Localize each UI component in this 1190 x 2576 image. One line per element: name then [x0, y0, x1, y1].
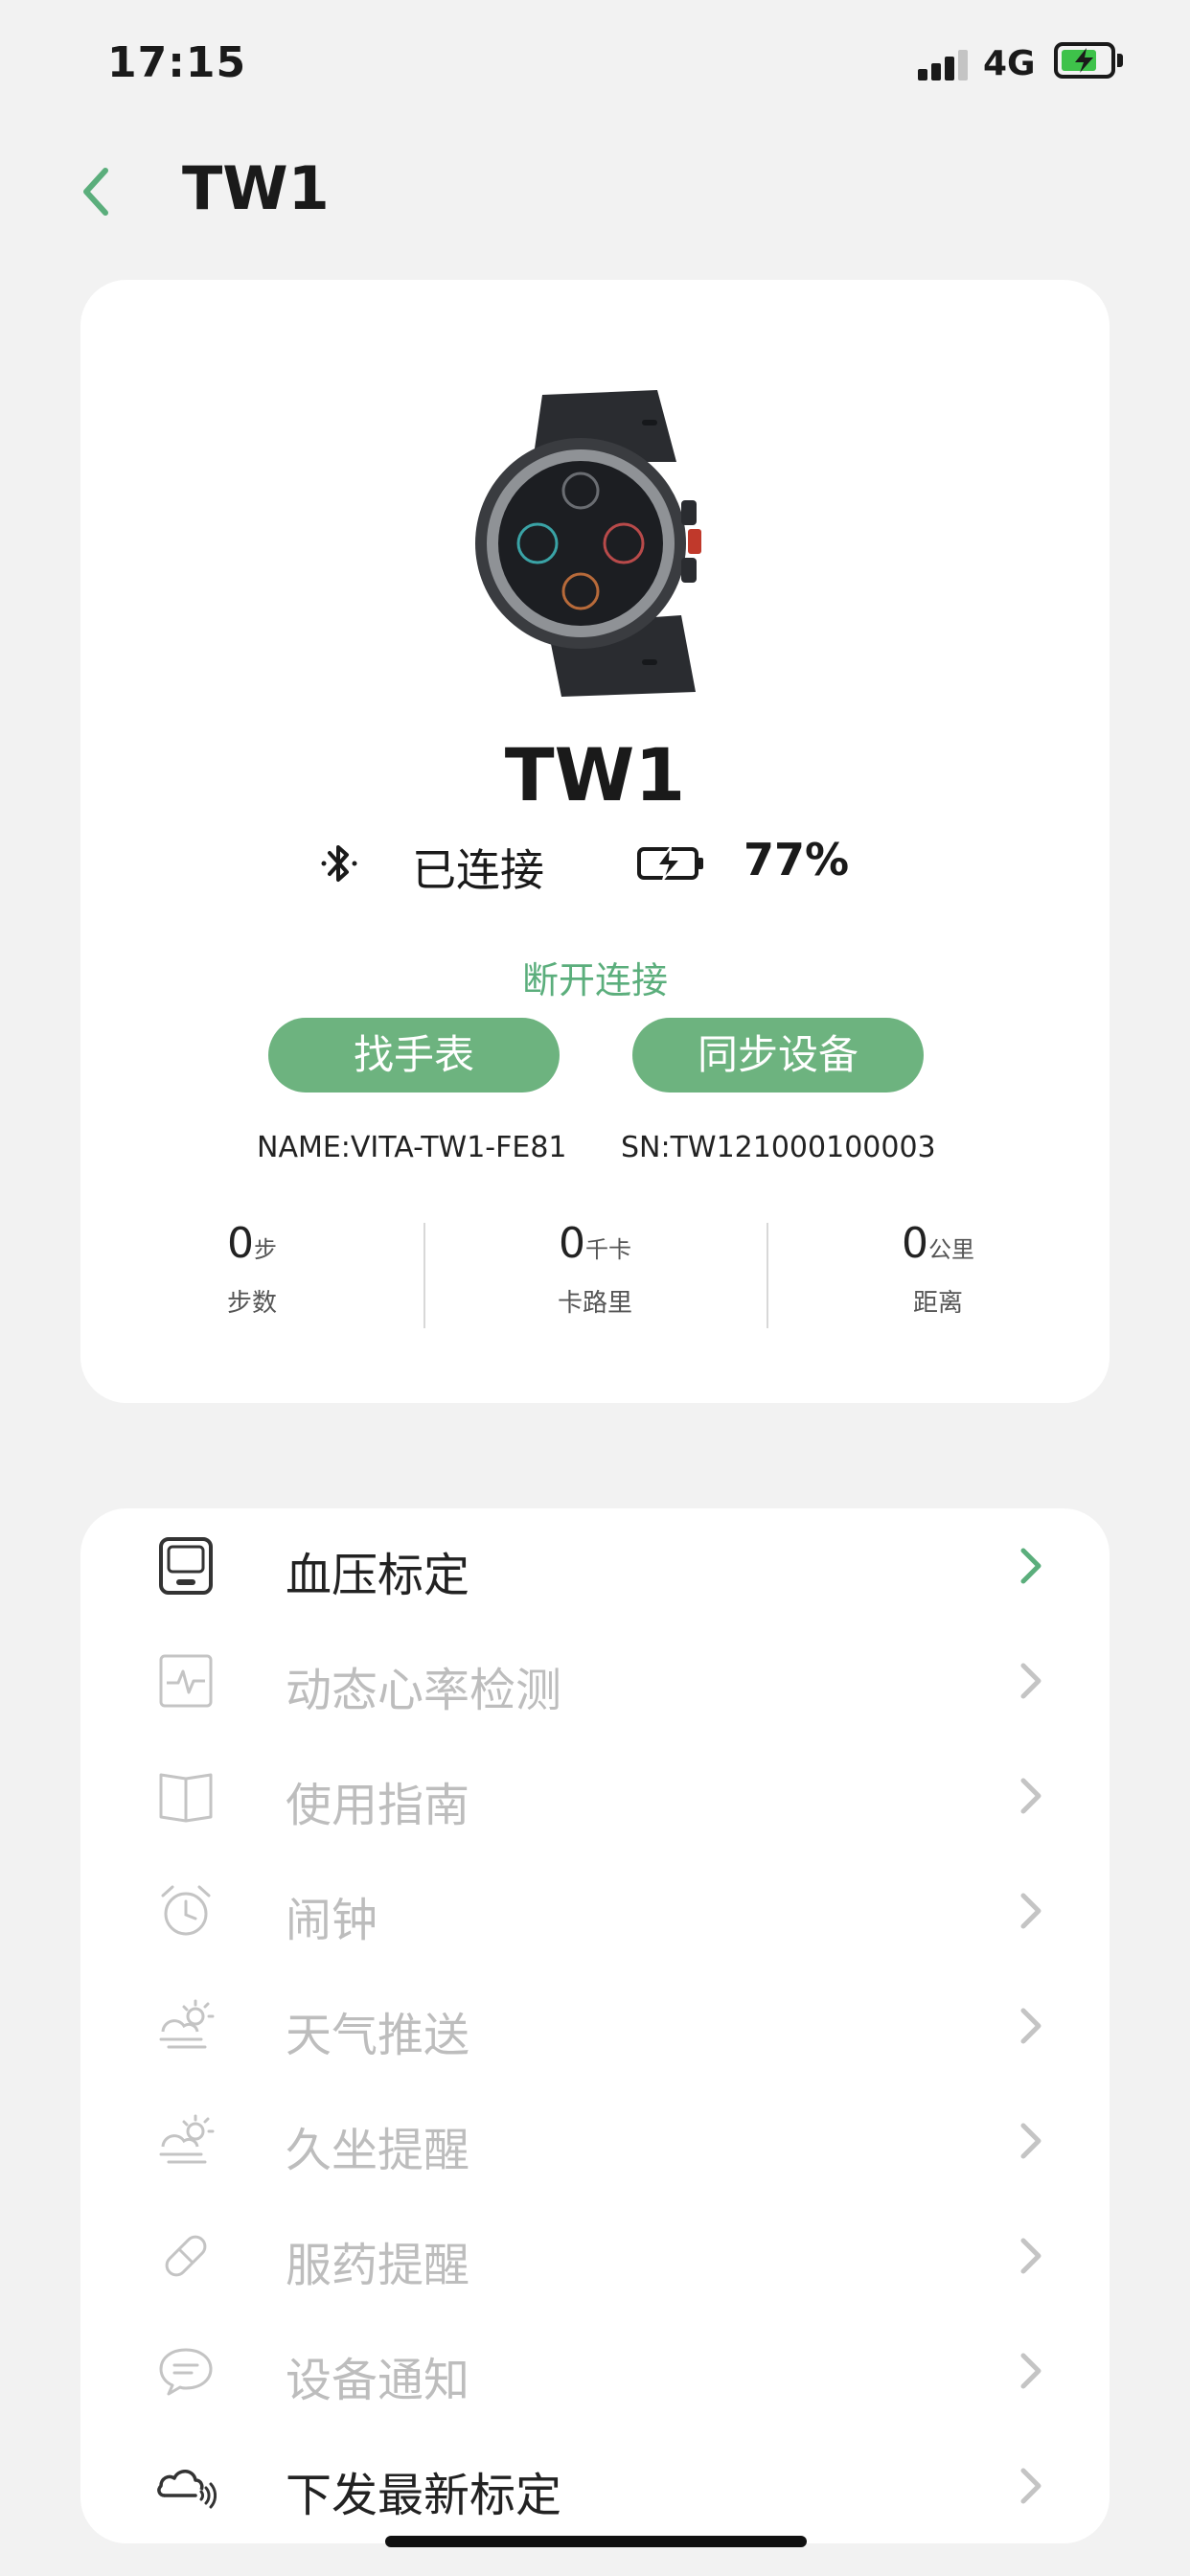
- network-type: 4G: [983, 44, 1036, 83]
- stat-label: 步数: [226, 1289, 277, 1318]
- cloud-signal-icon: [157, 2470, 217, 2509]
- chevron-right-icon: [1020, 1663, 1041, 1699]
- menu-item-sedentary-reminder[interactable]: 久坐提醒: [80, 2083, 1110, 2198]
- menu-item-label: 天气推送: [286, 2009, 470, 2062]
- chevron-right-icon: [1020, 2353, 1041, 2389]
- connection-status: 已连接: [412, 844, 544, 896]
- chevron-right-icon: [1020, 1893, 1041, 1929]
- bluetooth-icon: [321, 845, 357, 882]
- menu-item-label: 闹钟: [286, 1894, 378, 1947]
- chevron-right-icon: [1020, 1778, 1041, 1814]
- battery-level-icon: [637, 845, 703, 881]
- menu-item-label: 设备通知: [286, 2354, 470, 2407]
- menu-item-push-latest-calibration[interactable]: 下发最新标定: [80, 2428, 1110, 2543]
- signal-strength-icon: [918, 50, 972, 80]
- battery-tip: [1117, 54, 1123, 67]
- stat-value: 0: [227, 1219, 254, 1268]
- activity-stats: 0步 步数 0千卡 卡路里 0公里 距离: [80, 1219, 1110, 1353]
- menu-item-label: 久坐提醒: [286, 2124, 470, 2177]
- device-status-row: 已连接 77%: [80, 834, 1110, 896]
- blood-pressure-device-icon: [159, 1537, 213, 1595]
- battery-charging-icon: [1054, 42, 1115, 79]
- stat-label: 距离: [912, 1289, 963, 1318]
- chevron-right-icon: [1020, 1548, 1041, 1584]
- stat-unit: 公里: [928, 1236, 974, 1263]
- disconnect-link[interactable]: 断开连接: [80, 951, 1110, 1003]
- stat-label: 卡路里: [557, 1289, 632, 1318]
- device-name-info: NAME:VITA-TW1-FE81: [257, 1131, 567, 1164]
- settings-menu: 血压标定 动态心率检测 使用指南 闹钟 天气推送 久坐提醒 服药提醒 设备通知 …: [80, 1508, 1110, 2543]
- stat-steps: 0步 步数: [80, 1219, 423, 1319]
- stat-calories: 0千卡 卡路里: [423, 1219, 767, 1319]
- device-name: TW1: [504, 732, 686, 817]
- menu-item-alarm[interactable]: 闹钟: [80, 1853, 1110, 1968]
- sync-device-button[interactable]: 同步设备: [632, 1018, 924, 1092]
- message-icon: [159, 2348, 213, 2396]
- chevron-right-icon: [1020, 2123, 1041, 2159]
- find-watch-button[interactable]: 找手表: [268, 1018, 560, 1092]
- pill-icon: [165, 2235, 207, 2277]
- menu-item-label: 动态心率检测: [286, 1664, 562, 1717]
- chevron-right-icon: [1020, 2468, 1041, 2504]
- alarm-clock-icon: [161, 1885, 211, 1936]
- device-card: TW1 已连接 77% 断开连接 找手表 同步设备 NAME:VITA-TW1-…: [80, 280, 1110, 1403]
- device-serial-info: SN:TW121000100003: [621, 1131, 936, 1164]
- stat-value: 0: [902, 1219, 928, 1268]
- chevron-right-icon: [1020, 2238, 1041, 2274]
- heart-rate-icon: [159, 1654, 213, 1708]
- book-icon: [159, 1773, 213, 1823]
- menu-item-label: 下发最新标定: [286, 2469, 562, 2522]
- stat-unit: 步: [254, 1236, 277, 1263]
- page-title: TW1: [182, 153, 330, 223]
- home-indicator[interactable]: [385, 2536, 807, 2547]
- menu-item-label: 服药提醒: [286, 2239, 470, 2292]
- stat-distance: 0公里 距离: [767, 1219, 1110, 1319]
- battery-percentage: 77%: [744, 834, 850, 886]
- stat-unit: 千卡: [585, 1236, 631, 1263]
- menu-item-label: 血压标定: [286, 1549, 470, 1602]
- menu-item-blood-pressure-calibration[interactable]: 血压标定: [80, 1508, 1110, 1623]
- menu-item-label: 使用指南: [286, 1779, 470, 1832]
- menu-item-medication-reminder[interactable]: 服药提醒: [80, 2198, 1110, 2313]
- menu-item-device-notification[interactable]: 设备通知: [80, 2313, 1110, 2428]
- back-chevron-icon[interactable]: [77, 163, 115, 220]
- menu-item-weather-push[interactable]: 天气推送: [80, 1968, 1110, 2083]
- menu-item-user-guide[interactable]: 使用指南: [80, 1738, 1110, 1853]
- weather-icon: [159, 1999, 215, 2049]
- smartwatch-image: [475, 390, 701, 697]
- chevron-right-icon: [1020, 2008, 1041, 2044]
- menu-item-dynamic-heart-rate[interactable]: 动态心率检测: [80, 1623, 1110, 1738]
- stat-value: 0: [559, 1219, 585, 1268]
- sedentary-weather-icon: [159, 2114, 215, 2164]
- status-time: 17:15: [107, 38, 247, 87]
